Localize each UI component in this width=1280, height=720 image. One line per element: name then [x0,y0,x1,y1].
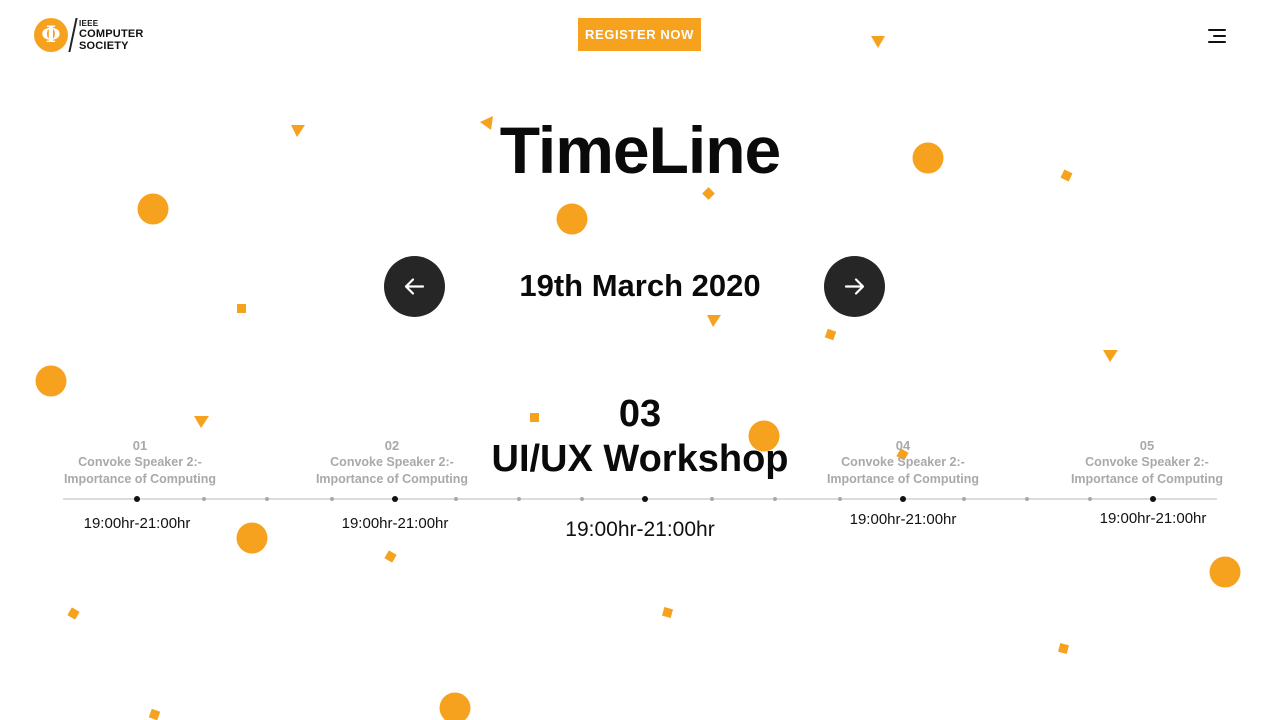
timeline-event-dot-01[interactable] [134,496,140,502]
timeline-event-dot-05[interactable] [1150,496,1156,502]
current-date-label: 19th March 2020 [519,268,761,303]
event-title-line-2: Importance of Computing [826,472,980,486]
logo-divider [68,18,78,52]
ieee-computer-society-logo[interactable]: Φ IEEE COMPUTER SOCIETY [34,16,164,54]
logo-wordmark: IEEE COMPUTER SOCIETY [79,19,144,52]
timeline-tick [330,497,334,501]
confetti-decoration [35,36,1241,720]
event-title-line-1: Convoke Speaker 2:- [841,455,965,469]
timeline-tick [1088,497,1092,501]
timeline-tick [962,497,966,501]
logo-line-2: COMPUTER [79,27,144,40]
timeline-tick [580,497,584,501]
timeline-tick [454,497,458,501]
timeline-tick [1025,497,1029,501]
page-title: TimeLine [499,113,782,187]
register-now-button[interactable]: REGISTER NOW [578,18,701,51]
event-title-line-1: Convoke Speaker 2:- [1085,455,1209,469]
timeline-event-dot-04[interactable] [900,496,906,502]
event-number: 04 [895,438,911,453]
arrow-right-icon [844,278,865,295]
active-event-time: 19:00hr-21:00hr [565,518,715,541]
timeline-event-04[interactable]: 04 Convoke Speaker 2:- Importance of Com… [803,437,1003,488]
timeline-event-dot-03[interactable] [642,496,648,502]
timeline-axis [63,498,1217,500]
timeline-tick [517,497,521,501]
event-time-01: 19:00hr-21:00hr [83,515,191,532]
timeline-tick [710,497,714,501]
event-title-line-2: Importance of Computing [63,472,217,486]
event-title-line-1: Convoke Speaker 2:- [78,455,202,469]
timeline-event-dot-02[interactable] [392,496,398,502]
previous-date-button[interactable] [384,256,445,317]
timeline-tick [202,497,206,501]
event-number: 01 [132,438,148,453]
event-title-line-2: Importance of Computing [1070,472,1224,486]
event-time-05: 19:00hr-21:00hr [1099,510,1207,527]
active-event-title: UI/UX Workshop [491,438,789,480]
next-date-button[interactable] [824,256,885,317]
timeline-tick [838,497,842,501]
event-time-04: 19:00hr-21:00hr [849,511,957,528]
timeline-event-01[interactable]: 01 Convoke Speaker 2:- Importance of Com… [40,437,240,488]
timeline-tick [773,497,777,501]
active-event-number: 03 [618,393,662,435]
arrow-left-icon [404,278,425,295]
hamburger-menu-icon[interactable] [1204,27,1226,45]
event-number: 05 [1139,438,1155,453]
logo-line-3: SOCIETY [79,39,129,52]
timeline-tick [265,497,269,501]
logo-glyph: Φ [41,22,61,48]
phi-logo-icon: Φ [34,18,68,52]
timeline-event-05[interactable]: 05 Convoke Speaker 2:- Importance of Com… [1047,437,1247,488]
logo-line-1: IEEE [79,18,99,28]
